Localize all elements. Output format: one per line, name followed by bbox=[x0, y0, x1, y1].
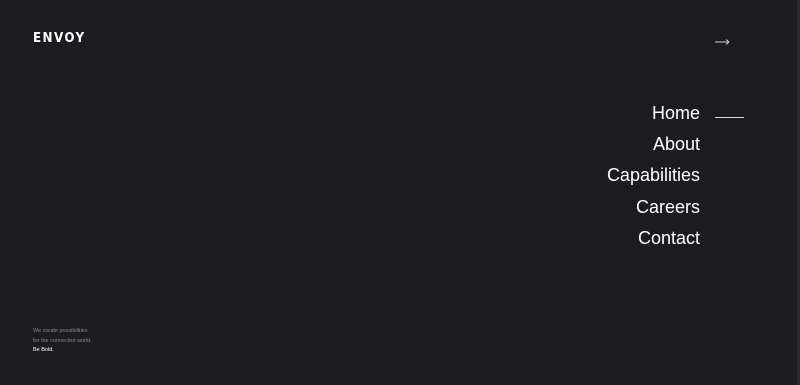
nav-item-about[interactable]: About bbox=[607, 129, 700, 160]
tagline-line-2: for the connected world. bbox=[33, 337, 92, 344]
arrow-right-icon bbox=[712, 35, 732, 49]
tagline-line-1: We create possibilities bbox=[33, 328, 88, 334]
menu-toggle-button[interactable] bbox=[712, 35, 732, 49]
nav-item-careers[interactable]: Careers bbox=[607, 192, 700, 223]
active-nav-indicator bbox=[715, 117, 744, 118]
main-nav: Home About Capabilities Careers Contact bbox=[607, 98, 700, 254]
envoy-logo[interactable]: ENVOY bbox=[33, 32, 86, 46]
tagline-line-3: Be Bold. bbox=[33, 347, 54, 353]
nav-item-capabilities[interactable]: Capabilities bbox=[607, 160, 700, 191]
nav-item-home[interactable]: Home bbox=[607, 98, 700, 129]
footer-tagline: We create possibilities for the connecte… bbox=[33, 327, 92, 356]
nav-item-contact[interactable]: Contact bbox=[607, 223, 700, 254]
